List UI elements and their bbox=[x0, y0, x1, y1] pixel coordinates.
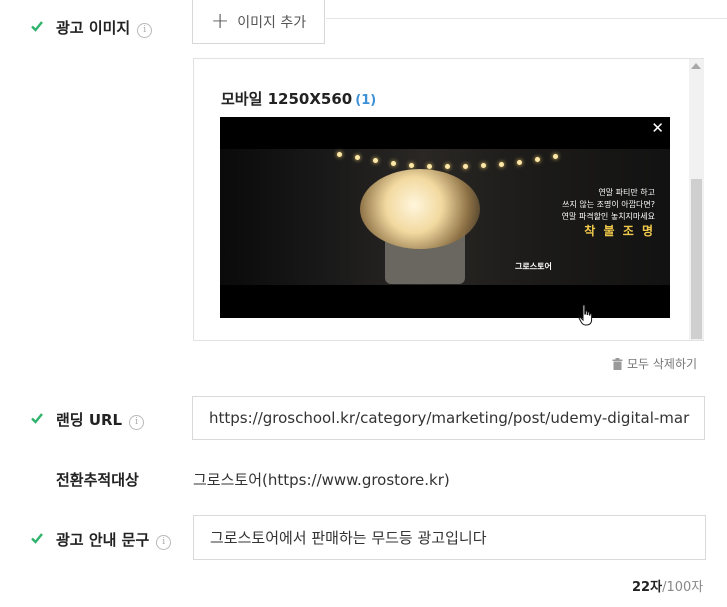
delete-all-button[interactable]: 모두 삭제하기 bbox=[612, 355, 697, 372]
ad-copy-input[interactable]: 그로스토어에서 판매하는 무드등 광고입니다 bbox=[193, 515, 706, 560]
landing-url-label: 랜딩 URL i bbox=[56, 409, 145, 430]
ad-copy-label: 광고 안내 문구 i bbox=[56, 529, 172, 550]
image-section-title: 모바일 1250X560 (1) bbox=[221, 90, 377, 108]
char-counter: 22자/100자 bbox=[632, 580, 704, 595]
plus-icon: + bbox=[210, 8, 230, 34]
check-icon bbox=[31, 413, 43, 424]
check-icon bbox=[31, 21, 43, 32]
landing-url-input[interactable]: https://groschool.kr/category/marketing/… bbox=[192, 396, 705, 440]
preview-scene: 연말 파티만 하고 쓰지 않는 조명이 아깝다면? 연말 파격할인 놓치지마세요… bbox=[220, 149, 670, 285]
top-divider bbox=[326, 18, 727, 19]
info-icon[interactable]: i bbox=[156, 535, 172, 550]
add-image-button[interactable]: + 이미지 추가 bbox=[192, 0, 325, 44]
close-icon[interactable]: ✕ bbox=[651, 119, 664, 137]
image-list-panel: 모바일 1250X560 (1) 연말 파티만 하고 쓰지 않는 조명이 아깝다면… bbox=[193, 58, 704, 341]
check-icon bbox=[31, 533, 43, 544]
info-icon[interactable]: i bbox=[129, 415, 145, 430]
delete-all-label: 모두 삭제하기 bbox=[627, 357, 698, 371]
ad-copy-overlay: 연말 파티만 하고 쓰지 않는 조명이 아깝다면? 연말 파격할인 놓치지마세요… bbox=[561, 188, 655, 238]
scroll-up-arrow-icon[interactable] bbox=[691, 63, 701, 69]
add-image-button-label: 이미지 추가 bbox=[237, 14, 307, 31]
trash-icon bbox=[612, 357, 623, 370]
hand-cursor-icon bbox=[578, 304, 593, 326]
info-icon[interactable]: i bbox=[137, 23, 153, 38]
conversion-target-value: 그로스토어(https://www.grostore.kr) bbox=[193, 471, 450, 489]
image-preview[interactable]: 연말 파티만 하고 쓰지 않는 조명이 아깝다면? 연말 파격할인 놓치지마세요… bbox=[220, 117, 670, 318]
image-count: (1) bbox=[355, 93, 377, 108]
ad-image-label: 광고 이미지 i bbox=[56, 17, 153, 38]
scrollbar-thumb[interactable] bbox=[691, 179, 702, 339]
ad-brand-logo: 그로스토어 bbox=[515, 262, 552, 271]
conversion-target-label: 전환추적대상 bbox=[56, 471, 139, 489]
